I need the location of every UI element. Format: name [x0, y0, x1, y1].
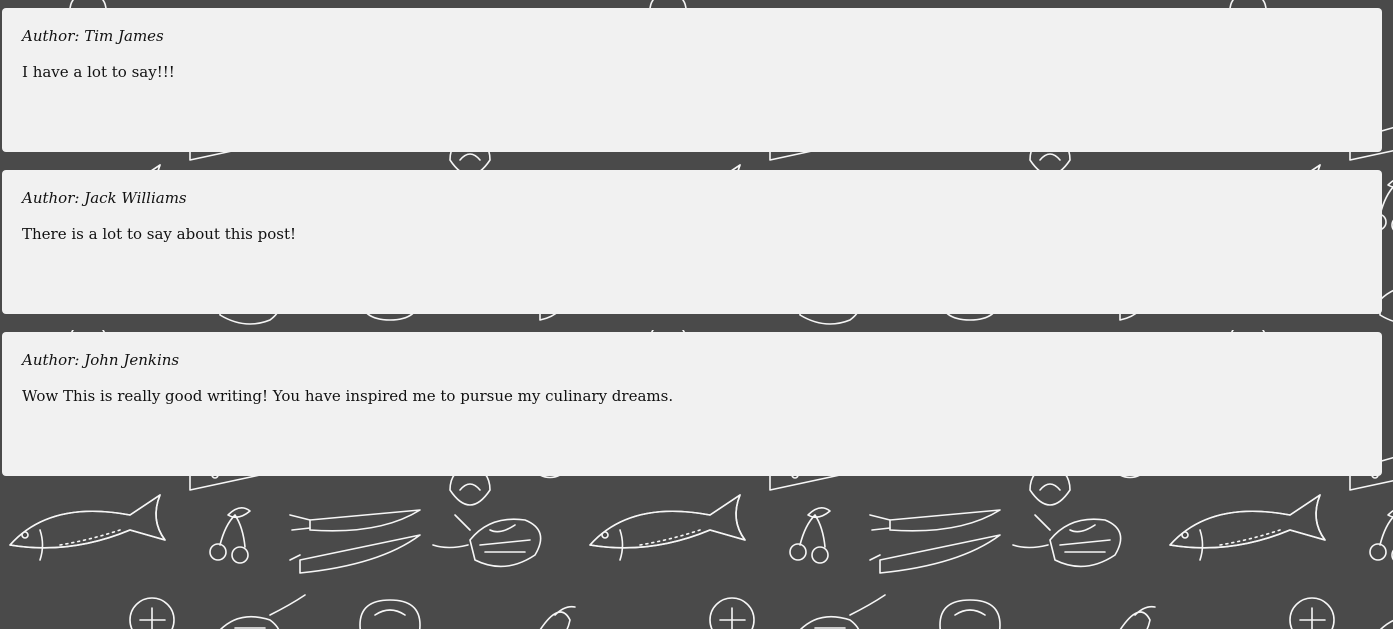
comment-author: Author: John Jenkins	[22, 351, 180, 369]
comment-text: There is a lot to say about this post!	[22, 225, 297, 243]
comment-card: Author: Tim James I have a lot to say!!!	[2, 8, 1382, 152]
comment-text: Wow This is really good writing! You hav…	[22, 387, 674, 405]
comments-list: Author: Tim James I have a lot to say!!!…	[2, 8, 1382, 494]
comment-text: I have a lot to say!!!	[22, 63, 175, 81]
comment-author: Author: Tim James	[22, 27, 164, 45]
comment-author: Author: Jack Williams	[22, 189, 187, 207]
comment-card: Author: John Jenkins Wow This is really …	[2, 332, 1382, 476]
comment-card: Author: Jack Williams There is a lot to …	[2, 170, 1382, 314]
